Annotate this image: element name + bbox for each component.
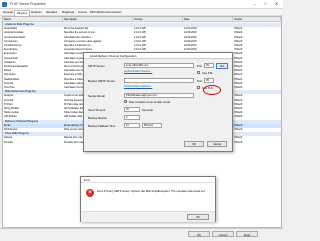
app-icon (2, 1, 7, 7)
email-config-dialog: Email Delivery Channel Configuration SMT… (83, 52, 233, 152)
port-input[interactable]: 25 (204, 63, 214, 68)
col-header-date[interactable]: Date (183, 17, 233, 22)
error-ok-button[interactable]: OK (187, 214, 209, 220)
table-cell: Periodic (4, 140, 14, 144)
max-contacts-label: Max contacts to set sender email (129, 99, 170, 104)
send-timeout-label: Send Timeout (88, 108, 106, 112)
tab-identities[interactable]: Identities (44, 10, 59, 15)
col-header-version[interactable]: Version (133, 17, 183, 22)
backup-retries-input[interactable]: 3 (124, 115, 140, 120)
backup-smtp-label: Backup SMTP Server (88, 79, 115, 83)
error-footer: OK (81, 211, 215, 222)
col-header-name[interactable]: Name (3, 17, 63, 22)
fallback-time-label: Backup Fallback Time (88, 124, 116, 128)
tab-connections[interactable]: Connections (104, 10, 124, 15)
error-dialog: Error × From Primary SMTP server: System… (80, 176, 216, 222)
tab-general[interactable]: General (1, 10, 15, 15)
backup-smtp-input[interactable] (124, 78, 194, 83)
col-header-vendor[interactable]: Vendor (233, 17, 281, 22)
error-title: Error (81, 177, 215, 183)
title-bar: PI AF Server Properties – □ ✕ (0, 0, 283, 9)
maximize-button[interactable]: □ (261, 1, 270, 7)
backup-port-input[interactable]: 25 (204, 78, 214, 83)
send-timeout-input[interactable]: 30 (124, 107, 140, 112)
apply-button[interactable]: Apply (236, 231, 258, 237)
send-timeout-unit: Seconds (142, 108, 153, 112)
tab-counts[interactable]: Counts (76, 10, 89, 15)
sender-email-input[interactable]: PIInotifications@myco.com (124, 93, 194, 98)
sender-email-label: Sender Email (88, 94, 105, 98)
fallback-time-input[interactable]: 10 (124, 123, 140, 128)
backup-port-label: Port (197, 79, 203, 83)
highlight-circle (203, 85, 221, 95)
backup-auth-options-link[interactable]: Authentication Options... (124, 85, 152, 88)
tab-mappings[interactable]: Mappings (60, 10, 76, 15)
auth-options-link[interactable]: Authentication Options... (124, 70, 152, 73)
use-tls-checkbox[interactable] (197, 86, 200, 89)
table-cell: OSIsoft (234, 140, 243, 144)
backup-retries-label: Backup Retries (88, 116, 107, 120)
cancel-button[interactable]: Cancel (212, 231, 234, 237)
error-message: From Primary SMTP server: System.Net.Mai… (97, 190, 206, 193)
col-header-description[interactable]: Description (63, 17, 133, 22)
max-contacts-checkbox[interactable] (124, 100, 127, 103)
tab-libraries[interactable]: Libraries (29, 10, 44, 15)
use-ssl-checkbox[interactable] (197, 71, 200, 74)
smtp-server-label: SMTP Server (88, 64, 105, 68)
fallback-unit-select[interactable]: Minutes (142, 123, 162, 128)
error-icon: × (86, 189, 94, 197)
close-button[interactable]: ✕ (272, 1, 281, 7)
dialog-cancel-button[interactable]: Cancel (207, 141, 227, 147)
port-label: Port (197, 64, 203, 68)
ok-button[interactable]: OK (188, 231, 210, 237)
minimize-button[interactable]: – (250, 1, 259, 7)
use-ssl-label: Use SSL (202, 70, 214, 75)
dialog-title: Email Delivery Channel Configuration (84, 53, 232, 59)
window-title: PI AF Server Properties (10, 2, 46, 6)
dialog-ok-button[interactable]: OK (184, 141, 204, 147)
smtp-server-input[interactable]: smtp.office365.com (124, 63, 194, 68)
test-button[interactable]: Test (216, 63, 228, 69)
